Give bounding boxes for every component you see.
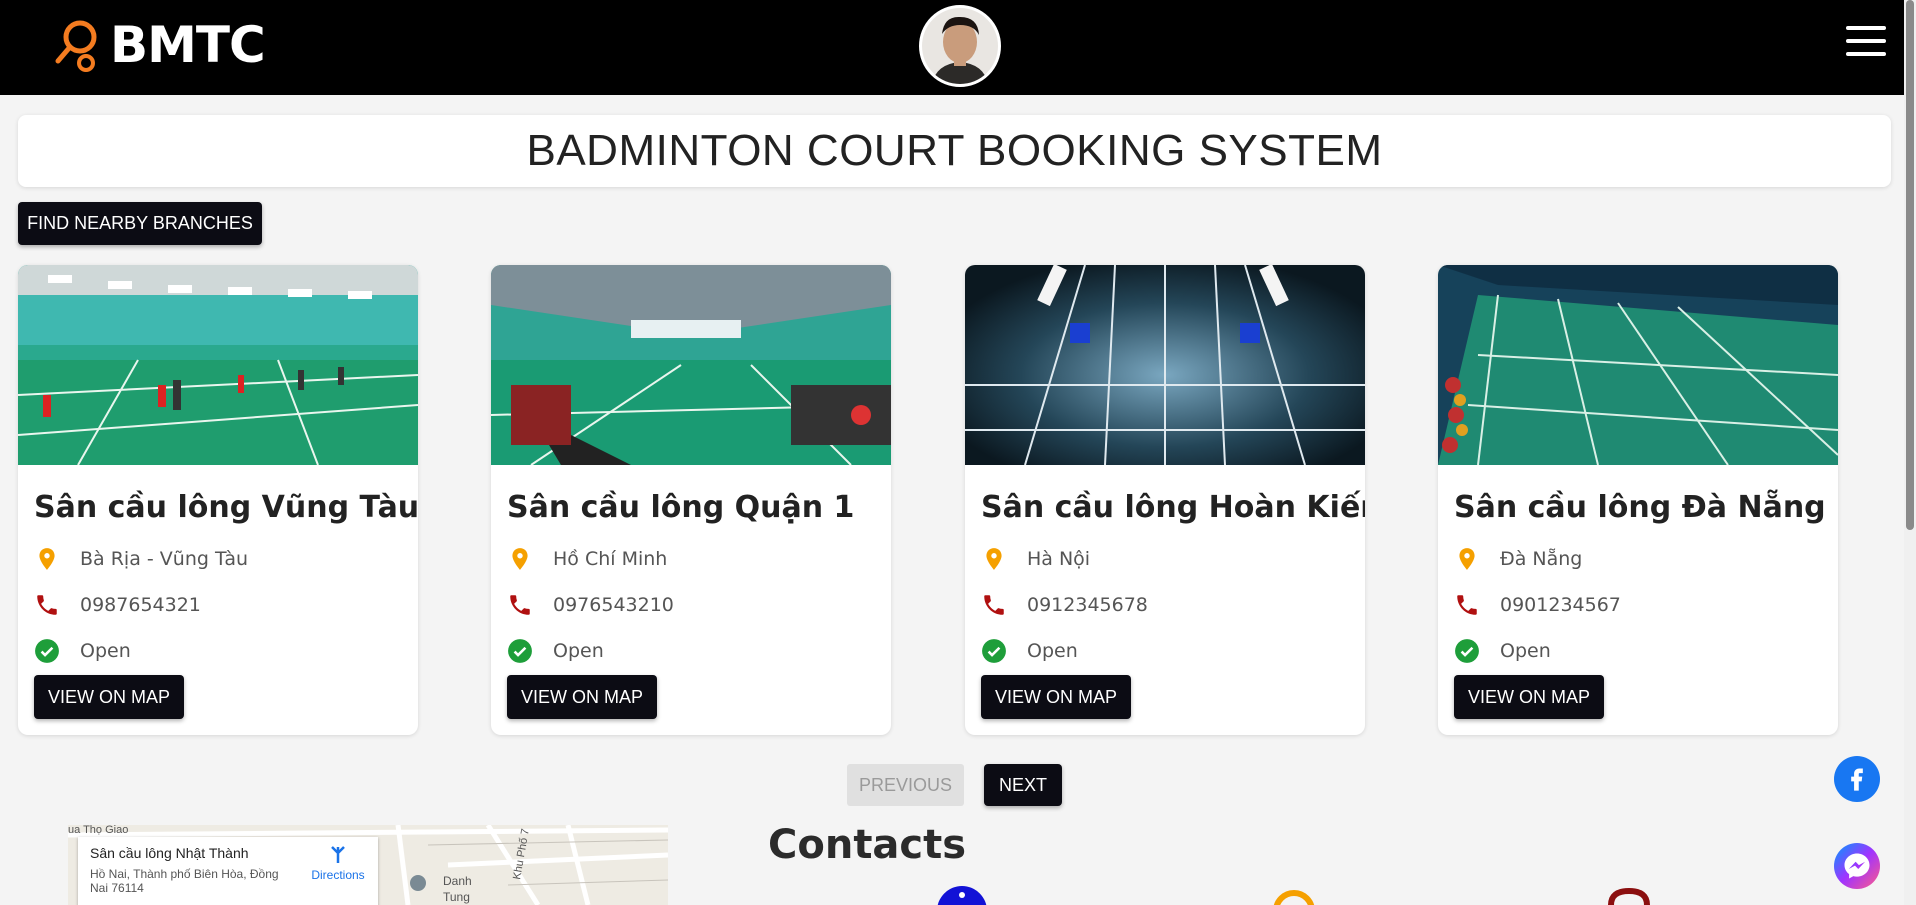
branch-card: Sân cầu lông Hoàn Kiếm Hà Nội 0912345678… <box>965 265 1365 735</box>
location-pin-icon <box>986 548 1002 570</box>
status-text: Open <box>80 640 131 662</box>
phone-contact-icon <box>1608 887 1650 905</box>
messenger-icon <box>1844 853 1870 879</box>
phone-text[interactable]: 0901234567 <box>1500 594 1621 616</box>
facebook-button[interactable] <box>1834 756 1880 802</box>
branch-status: Open <box>981 638 1078 664</box>
status-text: Open <box>553 640 604 662</box>
phone-text[interactable]: 0987654321 <box>80 594 201 616</box>
branch-name: Sân cầu lông Vũng Tàu <box>34 490 418 525</box>
embedded-map[interactable]: Khu Phố 7 Danh Tung ua Thọ Giao Sân cầu … <box>68 825 668 905</box>
view-on-map-button[interactable]: VIEW ON MAP <box>34 675 184 719</box>
contacts-heading: Contacts <box>768 822 967 868</box>
view-on-map-button[interactable]: VIEW ON MAP <box>507 675 657 719</box>
directions-icon <box>331 846 345 863</box>
branch-card: Sân cầu lông Quận 1 Hồ Chí Minh 09765432… <box>491 265 891 735</box>
branch-phone: 0976543210 <box>507 592 674 618</box>
court-photo <box>965 265 1365 465</box>
directions-label: Directions <box>311 868 365 882</box>
branch-name: Sân cầu lông Quận 1 <box>507 490 855 525</box>
map-directions-link[interactable]: Directions <box>306 845 370 882</box>
view-on-map-button[interactable]: VIEW ON MAP <box>981 675 1131 719</box>
location-pin-icon <box>39 548 55 570</box>
branch-name: Sân cầu lông Đà Nẵng <box>1454 490 1826 525</box>
brand-name: BMTC <box>110 16 266 74</box>
branch-location: Hà Nội <box>981 546 1090 572</box>
branch-location: Đà Nẵng <box>1454 546 1582 572</box>
branch-status: Open <box>507 638 604 664</box>
phone-icon <box>510 595 530 615</box>
court-photo <box>18 265 418 465</box>
map-street-label: ua Thọ Giao <box>68 825 128 836</box>
map-place-address: Hồ Nai, Thành phố Biên Hòa, Đồng Nai 761… <box>90 867 279 895</box>
status-text: Open <box>1027 640 1078 662</box>
phone-text[interactable]: 0912345678 <box>1027 594 1148 616</box>
previous-page-button[interactable]: PREVIOUS <box>847 764 964 806</box>
branch-card: Sân cầu lông Vũng Tàu Bà Rịa - Vũng Tàu … <box>18 265 418 735</box>
scrollbar-thumb[interactable] <box>1906 0 1914 530</box>
view-on-map-button[interactable]: VIEW ON MAP <box>1454 675 1604 719</box>
branch-status: Open <box>34 638 131 664</box>
page-title: BADMINTON COURT BOOKING SYSTEM <box>526 126 1383 175</box>
map-place-name[interactable]: Sân cầu lông Nhật Thành <box>90 845 249 861</box>
map-place-card: Sân cầu lông Nhật Thành Hồ Nai, Thành ph… <box>78 837 378 905</box>
phone-icon <box>1457 595 1477 615</box>
branch-phone: 0901234567 <box>1454 592 1621 618</box>
phone-text[interactable]: 0976543210 <box>553 594 674 616</box>
top-navbar: BMTC <box>0 0 1916 95</box>
check-circle-icon <box>35 639 59 663</box>
branch-name: Sân cầu lông Hoàn Kiếm <box>981 490 1365 525</box>
facebook-icon <box>1851 768 1863 791</box>
location-pin-icon <box>1459 548 1475 570</box>
page-scrollbar[interactable] <box>1904 0 1916 905</box>
branch-phone: 0912345678 <box>981 592 1148 618</box>
location-contact-icon <box>1273 890 1315 905</box>
check-circle-icon <box>508 639 532 663</box>
branch-phone: 0987654321 <box>34 592 201 618</box>
user-avatar[interactable] <box>919 5 1001 87</box>
phone-icon <box>984 595 1004 615</box>
check-circle-icon <box>1455 639 1479 663</box>
map-street-label: Tung <box>443 890 470 904</box>
branch-location: Hồ Chí Minh <box>507 546 667 572</box>
location-text: Bà Rịa - Vũng Tàu <box>80 548 249 570</box>
phone-icon <box>37 595 57 615</box>
branch-card: Sân cầu lông Đà Nẵng Đà Nẵng 0901234567 … <box>1438 265 1838 735</box>
branch-status: Open <box>1454 638 1551 664</box>
racket-logo-icon <box>55 20 97 72</box>
status-text: Open <box>1500 640 1551 662</box>
info-contact-icon <box>937 886 987 905</box>
location-text: Hồ Chí Minh <box>553 548 668 570</box>
branch-location: Bà Rịa - Vũng Tàu <box>34 546 248 572</box>
location-text: Hà Nội <box>1027 548 1091 570</box>
brand-logo[interactable]: BMTC <box>50 16 266 74</box>
court-photo <box>1438 265 1838 465</box>
menu-hamburger-icon[interactable] <box>1846 26 1886 56</box>
messenger-button[interactable] <box>1834 843 1880 889</box>
avatar-portrait-icon <box>922 8 998 84</box>
find-nearby-branches-button[interactable]: FIND NEARBY BRANCHES <box>18 202 262 245</box>
check-circle-icon <box>982 639 1006 663</box>
court-photo <box>491 265 891 465</box>
location-pin-icon <box>512 548 528 570</box>
map-street-label: Danh <box>443 874 472 888</box>
title-banner: BADMINTON COURT BOOKING SYSTEM <box>18 115 1891 187</box>
next-page-button[interactable]: NEXT <box>984 764 1062 806</box>
location-text: Đà Nẵng <box>1500 548 1583 570</box>
